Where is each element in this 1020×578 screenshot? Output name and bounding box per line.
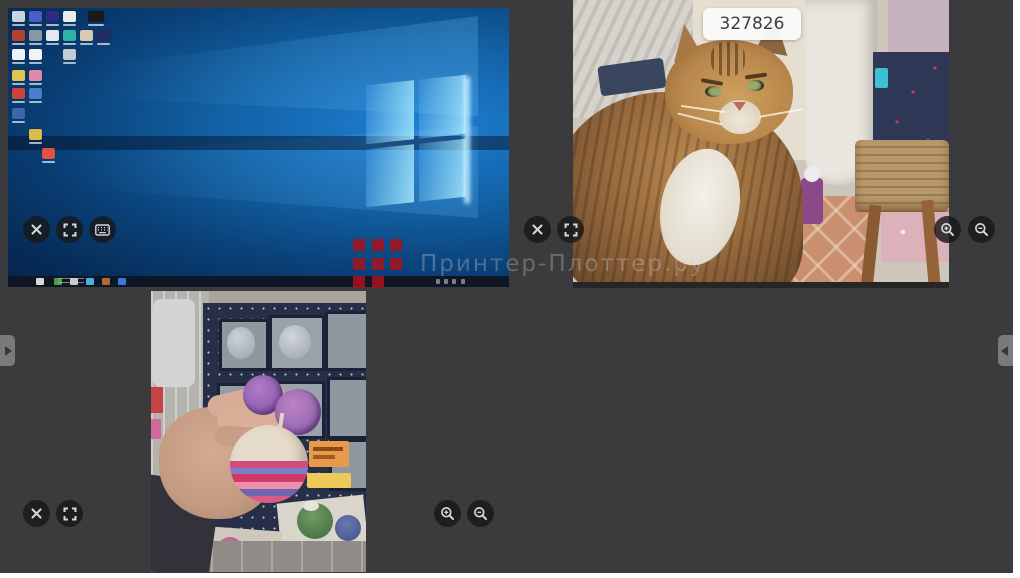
boxed-ball — [227, 327, 255, 359]
fullscreen-button[interactable] — [56, 216, 83, 243]
taskbar-icon[interactable] — [36, 278, 44, 285]
ball-stripe — [230, 482, 308, 489]
zoom-out-button[interactable] — [968, 216, 995, 243]
price-tag-text — [313, 455, 335, 459]
wicker-weave — [855, 140, 949, 212]
price-tag — [307, 473, 351, 488]
zoom-out-button[interactable] — [467, 500, 494, 527]
cat-eye-left — [705, 86, 722, 97]
taskbar-icon[interactable] — [86, 278, 94, 285]
purple-bottle — [801, 178, 823, 224]
ball-stripe — [230, 474, 308, 482]
desktop-icon[interactable] — [29, 129, 42, 140]
desktop-icon[interactable] — [29, 70, 42, 81]
red-item — [151, 387, 163, 413]
desktop-icon[interactable] — [63, 49, 76, 60]
zoom-in-button[interactable] — [434, 500, 461, 527]
desktop-icon[interactable] — [12, 108, 25, 119]
desktop-icon[interactable] — [97, 30, 110, 41]
desktop-icon[interactable] — [29, 49, 42, 60]
windows-desktop-screenshot[interactable] — [8, 8, 509, 287]
close-icon — [30, 507, 43, 520]
boxed-ball — [279, 325, 311, 359]
tray-icon — [461, 279, 465, 284]
desktop-icon[interactable] — [12, 49, 25, 60]
knitted-ornament-photo[interactable] — [151, 291, 366, 572]
ball-stripe — [230, 489, 308, 496]
desktop-icon[interactable] — [46, 30, 59, 41]
close-button[interactable] — [23, 500, 50, 527]
ball-stripe — [230, 496, 308, 503]
zoom-out-icon — [974, 222, 989, 237]
pane-bottom-left — [0, 291, 510, 573]
desktop-icon[interactable] — [29, 30, 42, 41]
desktop-icon[interactable] — [46, 11, 59, 22]
image-grid-viewer: 327826 — [0, 0, 1013, 573]
blue-ornament — [335, 515, 361, 541]
taskbar-icon[interactable] — [118, 278, 126, 285]
cat-eye-right — [747, 80, 764, 91]
chevron-right-icon — [5, 346, 12, 356]
close-icon — [531, 223, 544, 236]
windows-taskbar[interactable] — [8, 276, 509, 287]
desktop-icon[interactable] — [80, 30, 93, 41]
teal-tag — [875, 68, 888, 88]
tray-icon — [452, 279, 456, 284]
keyboard-button[interactable] — [89, 216, 116, 243]
desktop-icon[interactable] — [12, 30, 25, 41]
pane-bottom-right-empty — [512, 291, 1013, 573]
white-ornament — [804, 166, 820, 182]
zoom-in-icon — [940, 222, 955, 237]
right-panel-expand-handle[interactable] — [998, 335, 1013, 366]
taskbar-clock — [58, 278, 84, 285]
pane-top-left — [0, 0, 510, 288]
box-window — [325, 311, 366, 371]
desktop-icon[interactable] — [29, 11, 42, 22]
box-window — [327, 377, 366, 439]
cat-forehead-stripes — [711, 42, 745, 76]
zoom-in-button[interactable] — [934, 216, 961, 243]
fullscreen-icon — [63, 223, 77, 237]
knitted-ball — [230, 425, 308, 503]
image-id-badge: 327826 — [703, 8, 801, 40]
price-tag — [309, 441, 349, 467]
system-tray-layer — [428, 276, 509, 287]
tray-icon — [444, 279, 448, 284]
close-icon — [30, 223, 43, 236]
fullscreen-button[interactable] — [557, 216, 584, 243]
pink-item — [151, 419, 161, 439]
desktop-icon[interactable] — [63, 11, 76, 22]
desktop-icon[interactable] — [63, 30, 76, 41]
ball-stripe — [230, 461, 308, 468]
close-button[interactable] — [524, 216, 551, 243]
desktop-icons-layer — [8, 8, 509, 276]
left-panel-expand-handle[interactable] — [0, 335, 15, 366]
desktop-icon[interactable] — [88, 11, 104, 22]
price-tag-text — [313, 447, 343, 451]
keyboard-icon — [95, 224, 110, 236]
zoom-out-icon — [473, 506, 488, 521]
desktop-icon[interactable] — [12, 88, 25, 99]
fullscreen-icon — [63, 507, 77, 521]
pane-top-right: 327826 — [512, 0, 1013, 288]
close-button[interactable] — [23, 216, 50, 243]
fullscreen-icon — [564, 223, 578, 237]
desktop-icon[interactable] — [12, 70, 25, 81]
zoom-in-icon — [440, 506, 455, 521]
desktop-icon[interactable] — [12, 11, 25, 22]
photo-bottom-edge — [573, 282, 949, 288]
silver-tinsel — [153, 299, 195, 387]
desktop-icon[interactable] — [42, 148, 55, 159]
chevron-left-icon — [1001, 346, 1008, 356]
tray-icon — [436, 279, 440, 284]
desktop-icon[interactable] — [29, 88, 42, 99]
taskbar-icon[interactable] — [102, 278, 110, 285]
fullscreen-button[interactable] — [56, 500, 83, 527]
cat-photo[interactable] — [573, 0, 949, 288]
